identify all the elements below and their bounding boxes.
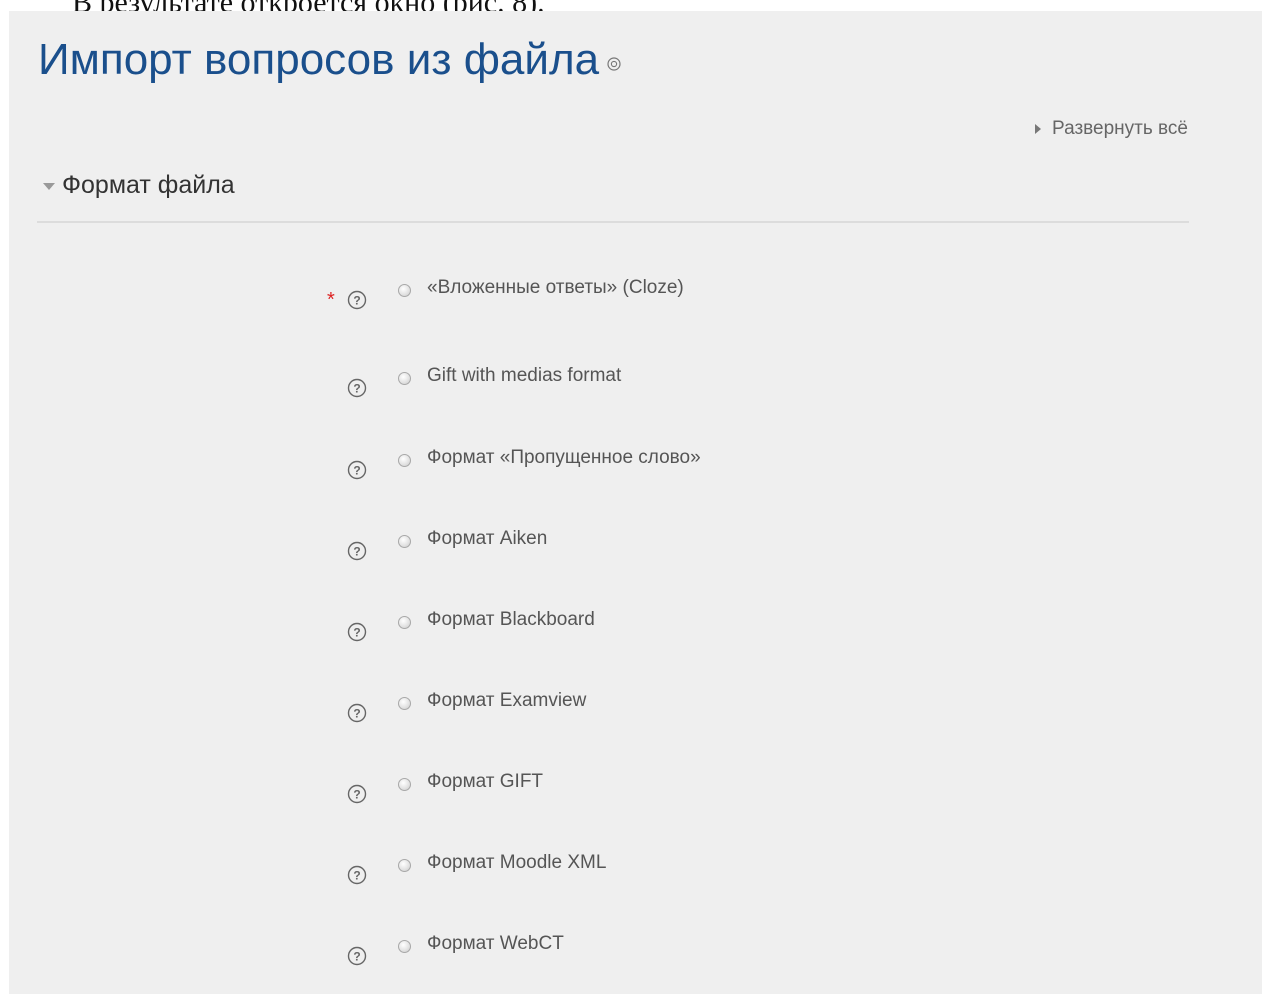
svg-text:?: ?	[353, 950, 360, 964]
format-radio[interactable]	[398, 859, 411, 872]
format-option-row: ? Формат «Пропущенное слово»	[9, 447, 1009, 487]
svg-text:?: ?	[353, 382, 360, 396]
svg-text:?: ?	[353, 294, 360, 308]
format-label[interactable]: Формат WebCT	[427, 933, 564, 955]
format-radio[interactable]	[398, 778, 411, 791]
format-label[interactable]: Формат Blackboard	[427, 609, 595, 631]
expand-all-link[interactable]: Развернуть всё	[1035, 118, 1188, 140]
help-icon[interactable]: ?	[346, 783, 368, 805]
format-label[interactable]: Gift with medias format	[427, 365, 621, 387]
format-radio[interactable]	[398, 284, 411, 297]
format-option-row: ? Формат GIFT	[9, 771, 1009, 811]
help-icon[interactable]: ?	[346, 459, 368, 481]
required-marker: *	[327, 289, 335, 311]
format-option-row: ? Формат Aiken	[9, 528, 1009, 568]
svg-text:?: ?	[353, 788, 360, 802]
help-icon[interactable]: ?	[346, 540, 368, 562]
format-radio[interactable]	[398, 940, 411, 953]
svg-text:?: ?	[353, 545, 360, 559]
help-icon[interactable]: ?	[346, 377, 368, 399]
help-icon[interactable]: ?	[346, 945, 368, 967]
caret-down-icon	[43, 183, 55, 190]
format-option-row: ? Формат Moodle XML	[9, 852, 1009, 892]
svg-text:?: ?	[353, 707, 360, 721]
format-label[interactable]: «Вложенные ответы» (Cloze)	[427, 277, 684, 299]
svg-text:?: ?	[353, 869, 360, 883]
format-option-row: ? Формат Examview	[9, 690, 1009, 730]
format-radio[interactable]	[398, 535, 411, 548]
format-label[interactable]: Формат Examview	[427, 690, 586, 712]
help-icon[interactable]: ?	[346, 289, 368, 311]
page-title-container: Импорт вопросов из файла	[38, 35, 621, 85]
format-option-row: ? Формат WebCT	[9, 933, 1009, 973]
import-panel: Импорт вопросов из файла Развернуть всё …	[9, 11, 1262, 994]
help-icon[interactable]: ?	[346, 702, 368, 724]
format-option-row: *? «Вложенные ответы» (Cloze)	[9, 277, 1009, 317]
svg-text:?: ?	[353, 626, 360, 640]
section-header-file-format[interactable]: Формат файла	[43, 171, 235, 200]
format-radio[interactable]	[398, 372, 411, 385]
section-divider	[37, 221, 1189, 223]
title-help-icon[interactable]	[607, 57, 621, 71]
format-label[interactable]: Формат «Пропущенное слово»	[427, 447, 701, 469]
caret-right-icon	[1035, 124, 1042, 134]
format-label[interactable]: Формат Aiken	[427, 528, 547, 550]
svg-text:?: ?	[353, 464, 360, 478]
format-label[interactable]: Формат GIFT	[427, 771, 543, 793]
section-title: Формат файла	[62, 171, 235, 199]
format-radio[interactable]	[398, 454, 411, 467]
page-title: Импорт вопросов из файла	[38, 35, 600, 84]
format-option-row: ? Gift with medias format	[9, 365, 1009, 405]
expand-all-label: Развернуть всё	[1052, 118, 1188, 139]
format-radio[interactable]	[398, 697, 411, 710]
format-radio[interactable]	[398, 616, 411, 629]
format-option-row: ? Формат Blackboard	[9, 609, 1009, 649]
help-icon[interactable]: ?	[346, 621, 368, 643]
format-label[interactable]: Формат Moodle XML	[427, 852, 606, 874]
help-icon[interactable]: ?	[346, 864, 368, 886]
